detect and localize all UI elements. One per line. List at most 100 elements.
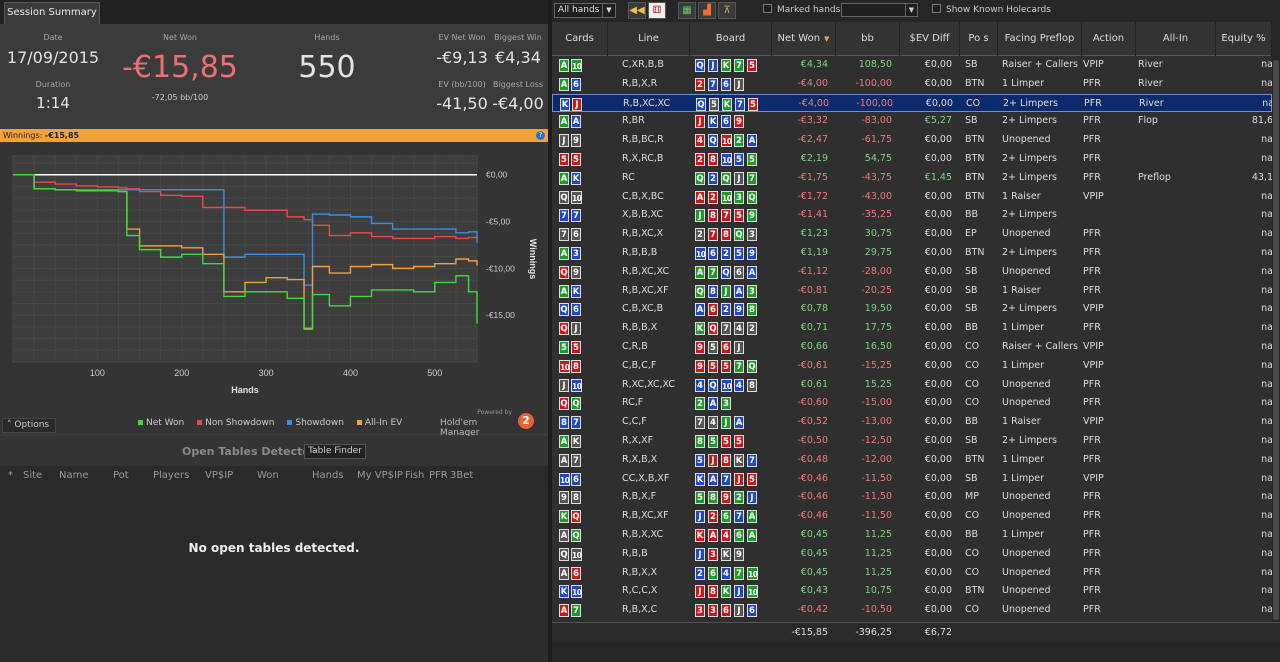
col-name[interactable]: Name bbox=[59, 470, 89, 481]
table-row[interactable]: A Q K A 4 6 A R,B,X,XC €0,45 11,25 €0,00 BB 1 Limper… bbox=[552, 526, 1272, 545]
tab-session-summary[interactable]: Session Summary bbox=[4, 2, 100, 24]
ev-diff-cell: €0,00 bbox=[924, 228, 952, 240]
board-card: 9 bbox=[747, 209, 757, 223]
col-all-in[interactable]: All-In bbox=[1136, 22, 1216, 56]
col-ev-diff[interactable]: $EV Diff bbox=[900, 22, 960, 56]
horizontal-scrollbar[interactable] bbox=[552, 642, 1280, 662]
col-line[interactable]: Line bbox=[608, 22, 690, 56]
hole-card: 5 bbox=[559, 341, 569, 354]
chart-footer: ˄ Options Net Won Non Showdown Showdown … bbox=[0, 409, 548, 438]
table-row[interactable]: Q 10 J 3 K 9 R,B,B €0,45 11,25 €0,00 CO Unopened PFR… bbox=[552, 545, 1272, 564]
table-row[interactable]: 10 6 K A 7 J 5 CC,X,B,XF -€0,46 -11,50 €0,00 SB 1 Li… bbox=[552, 470, 1272, 489]
table-row[interactable]: 7 7 J 8 7 5 9 X,B,B,XC -€1,41 -35,25 €0,00 BB 2+ Lim… bbox=[552, 206, 1272, 225]
table-row[interactable]: Q 9 A 7 Q 6 A R,B,XC,XC -€1,12 -28,00 €0,00 SB Unope… bbox=[552, 263, 1272, 282]
scroll-thumb[interactable] bbox=[1273, 60, 1279, 620]
col-board[interactable]: Board bbox=[690, 22, 772, 56]
hole-card: J bbox=[559, 378, 569, 392]
table-row[interactable]: K 10 J 8 K J 10 R,C,C,X €0,43 10,75 €0,00 BTN Unopen… bbox=[552, 582, 1272, 601]
board-card: 6 bbox=[747, 604, 757, 618]
col-hands[interactable]: Hands bbox=[312, 470, 344, 481]
position-cell: CO bbox=[965, 378, 980, 390]
table-row[interactable]: A 3 10 6 2 5 9 R,B,B,B €1,19 29,75 €0,00 BTN 2+ Limp… bbox=[552, 244, 1272, 263]
col-site[interactable]: Site bbox=[23, 470, 42, 481]
legend-swatch bbox=[197, 420, 203, 425]
col-facing-preflop[interactable]: Facing Preflop bbox=[998, 22, 1082, 56]
table-row[interactable]: 7 6 2 7 8 Q 3 R,B,XC,X €1,23 30,75 €0,00 EP Unopened… bbox=[552, 225, 1272, 244]
equity-cell: na bbox=[1261, 190, 1272, 202]
table-row[interactable]: A 6 2 7 6 J R,B,X,R -€4,00 -100,00 €0,00 BTN 1 Limp… bbox=[552, 75, 1272, 94]
help-icon[interactable]: ? bbox=[536, 131, 545, 140]
bb-cell: -100,00 bbox=[855, 77, 892, 89]
col-vpip[interactable]: VP$IP bbox=[205, 470, 233, 481]
col-my-vpip[interactable]: My VP$IP bbox=[357, 470, 403, 481]
board-card: 5 bbox=[708, 435, 718, 448]
col-fish[interactable]: Fish bbox=[405, 470, 424, 481]
col-equity[interactable]: Equity % bbox=[1216, 22, 1272, 56]
table-finder-button[interactable]: Table Finder bbox=[304, 444, 366, 459]
table-row[interactable]: Q 6 A 6 2 9 8 C,B,XC,B €0,78 19,50 €0,00 SB 2+ Limpe… bbox=[552, 300, 1272, 319]
col-action[interactable]: Action bbox=[1082, 22, 1136, 56]
marked-hands-toggle[interactable]: Marked hands bbox=[763, 4, 840, 15]
equity-cell: na bbox=[1261, 472, 1272, 484]
action-cell: PFR bbox=[1083, 284, 1101, 296]
marked-hands-checkbox[interactable] bbox=[763, 4, 772, 13]
rewind-icon[interactable]: ◀◀ bbox=[628, 2, 646, 19]
options-button[interactable]: ˄ Options bbox=[2, 418, 56, 433]
table-row[interactable]: A A J K 6 9 R,BR -€3,32 -83,00 €5,27 SB 2+ Limpers P… bbox=[552, 112, 1272, 131]
board-card: K bbox=[695, 322, 705, 336]
equity-cell: na bbox=[1261, 453, 1272, 465]
facing-cell: Unopened bbox=[1002, 547, 1051, 559]
session-summary: Date 17/09/2015 Duration 1:14 Net Won -€… bbox=[0, 24, 548, 128]
col-pfr[interactable]: PFR bbox=[429, 470, 448, 481]
table-row[interactable]: 9 8 5 8 9 2 J R,B,X,F -€0,46 -11,50 €0,00 MP Unopene… bbox=[552, 488, 1272, 507]
col-bb[interactable]: bb bbox=[836, 22, 900, 56]
known-holecards-toggle[interactable]: Show Known Holecards bbox=[932, 4, 1051, 15]
equity-cell: 43,1 bbox=[1251, 171, 1272, 183]
bb-cell: -20,25 bbox=[861, 284, 892, 296]
hole-card: 9 bbox=[559, 491, 569, 505]
position-cell: MP bbox=[965, 491, 979, 503]
table-row[interactable]: A K Q 2 Q J 7 RC -€1,75 -43,75 €1,45 BTN 2+ Limpers P… bbox=[552, 169, 1272, 188]
grid-icon[interactable]: ▦ bbox=[678, 2, 696, 19]
hand-filter-select[interactable]: All hands ▼ bbox=[554, 3, 616, 18]
table-row[interactable]: Q J K Q 7 4 2 R,B,B,X €0,71 17,75 €0,00 BB 1 Limper P… bbox=[552, 319, 1272, 338]
col-3bet[interactable]: 3Bet bbox=[450, 470, 473, 481]
col-won[interactable]: Won bbox=[257, 470, 279, 481]
marked-hands-select[interactable]: ▼ bbox=[841, 3, 918, 17]
table-row[interactable]: Q 10 A 2 10 3 Q C,B,X,BC -€1,72 -43,00 €0,00 BTN 1 R… bbox=[552, 188, 1272, 207]
board-card: 9 bbox=[747, 247, 757, 260]
col-pot[interactable]: Pot bbox=[113, 470, 129, 481]
col-players[interactable]: Players bbox=[153, 470, 189, 481]
known-holecards-checkbox[interactable] bbox=[932, 4, 941, 13]
table-row[interactable]: A K 8 5 5 5 R,X,XF -€0,50 -12,50 €0,00 SB 2+ Limper… bbox=[552, 432, 1272, 451]
dice-icon[interactable]: ⚅ bbox=[648, 2, 666, 19]
vertical-scrollbar[interactable] bbox=[1272, 22, 1280, 622]
table-row[interactable]: A K Q 8 J A 3 R,B,XC,XF -€0,81 -20,25 €0,00 SB 1 Rai… bbox=[552, 282, 1272, 301]
bar-chart-icon[interactable]: ▟ bbox=[698, 2, 716, 19]
col-position[interactable]: Po s bbox=[960, 22, 998, 56]
table-row[interactable]: K J Q 5 K 7 5 R,B,XC,XC -€4,00 -100,00 €0,00 CO 2+ L… bbox=[552, 93, 1272, 113]
facing-cell: Unopened bbox=[1002, 378, 1051, 390]
table-row[interactable]: 8 7 7 4 J A C,C,F -€0,52 -13,00 €0,00 BB 1 Raiser VP… bbox=[552, 413, 1272, 432]
table-row[interactable]: A 7 5 J 8 K 7 R,X,B,X -€0,48 -12,00 €0,00 BTN 1 Limp… bbox=[552, 451, 1272, 470]
action-cell: PFR bbox=[1083, 585, 1101, 597]
table-row[interactable]: J 9 4 Q 10 2 A R,B,BC,R -€2,47 -61,75 €0,00 BTN Unop… bbox=[552, 131, 1272, 150]
position-cell: BB bbox=[965, 209, 979, 221]
equity-cell: na bbox=[1261, 134, 1272, 146]
table-row[interactable]: 5 5 9 5 6 J C,R,B €0,66 16,50 €0,00 CO Raiser + Cal… bbox=[552, 338, 1272, 357]
table-row[interactable]: A 6 2 6 4 7 10 R,B,X,X €0,45 11,25 €0,00 CO Unopened… bbox=[552, 564, 1272, 583]
net-won-label: Net Won bbox=[163, 33, 197, 42]
table-icon[interactable]: ⊼ bbox=[718, 2, 736, 19]
bb-cell: 54,75 bbox=[864, 153, 892, 164]
table-row[interactable]: 10 8 9 5 5 7 Q C,B,C,F -€0,61 -15,25 €0,00 CO 1 Limp… bbox=[552, 357, 1272, 376]
table-row[interactable]: A 10 Q J K 7 5 C,XR,B,B €4,34 108,50 €0,00 SB Raiser… bbox=[552, 56, 1272, 75]
table-row[interactable]: K Q J 2 6 7 A R,B,XC,XF -€0,46 -11,50 €0,00 CO Unope… bbox=[552, 507, 1272, 526]
col-net-won[interactable]: Net Won ▼ bbox=[772, 22, 836, 56]
table-row[interactable]: A 7 3 3 6 J 6 R,B,X,C -€0,42 -10,50 €0,00 CO Unopene… bbox=[552, 601, 1272, 620]
table-row[interactable]: Q Q 2 A 3 RC,F -€0,60 -15,00 €0,00 CO Unopened PFR n… bbox=[552, 394, 1272, 413]
table-row[interactable]: 5 5 2 8 10 5 5 R,X,RC,B €2,19 54,75 €0,00 BTN 2+ Lim… bbox=[552, 150, 1272, 169]
hands-table-header: Cards Line Board Net Won ▼ bb $EV Diff Po… bbox=[552, 22, 1280, 56]
col-cards[interactable]: Cards bbox=[552, 22, 608, 56]
col-star[interactable]: * bbox=[8, 470, 13, 481]
table-row[interactable]: J 10 4 Q 10 4 8 R,XC,XC,XC €0,61 15,25 €0,00 CO Unop… bbox=[552, 376, 1272, 395]
